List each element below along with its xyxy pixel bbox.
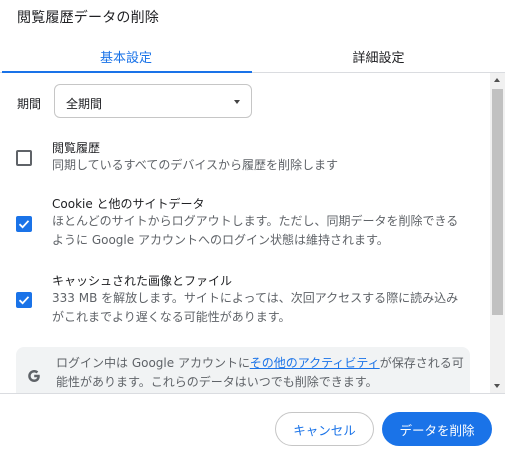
checkmark-icon [18,220,30,229]
chevron-down-icon [234,100,240,104]
scroll-up-button[interactable] [490,73,505,87]
tab-basic-label: 基本設定 [99,50,152,66]
time-range-select[interactable]: 全期間 [54,84,252,118]
google-account-info-box: ログイン中は Google アカウントにその他のアクティビティが保存される可能性… [16,347,470,393]
clear-data-button[interactable]: データを削除 [382,412,492,446]
tab-advanced[interactable]: 詳細設定 [252,40,505,72]
other-activity-link[interactable]: その他のアクティビティ [250,356,380,370]
browsing-history-description: 同期しているすべてのデバイスから履歴を削除します [52,158,338,172]
cache-checkbox[interactable] [16,292,32,308]
cookies-description: ほとんどのサイトからログアウトします。ただし、同期データを削除できるように Go… [52,214,459,247]
dialog-content: 期間 全期間 閲覧履歴 同期しているすべてのデバイスから履歴を削除します Coo… [0,73,490,393]
time-range-value: 全期間 [66,97,103,111]
time-range-label: 期間 [17,97,42,111]
browsing-history-checkbox[interactable] [16,150,32,166]
cache-title: キャッシュされた画像とファイル [52,274,233,288]
scroll-up-arrow-icon [494,78,500,82]
browsing-history-title: 閲覧履歴 [52,141,101,155]
tab-advanced-label: 詳細設定 [352,50,405,66]
tab-bar: 基本設定 詳細設定 [0,40,505,73]
scroll-down-arrow-icon [494,384,500,388]
google-g-icon [28,370,40,382]
checkmark-icon [18,296,30,305]
scrollbar-thumb[interactable] [492,89,503,315]
info-text-before: ログイン中は Google アカウントに [56,356,250,370]
tab-basic[interactable]: 基本設定 [0,40,252,72]
scroll-down-button[interactable] [490,379,505,393]
vertical-scrollbar[interactable] [490,73,505,393]
cookies-checkbox[interactable] [16,216,32,232]
cache-description: 333 MB を解放します。サイトによっては、次回アクセスする際に読み込みがこれ… [52,291,459,324]
dialog-title: 閲覧履歴データの削除 [17,10,159,26]
clear-browsing-data-dialog: 閲覧履歴データの削除 基本設定 詳細設定 期間 全期間 閲覧履歴 同期しているす… [0,0,505,457]
cookies-title: Cookie と他のサイトデータ [52,197,205,211]
footer-divider [0,393,505,394]
cancel-button[interactable]: キャンセル [275,412,374,446]
info-text: ログイン中は Google アカウントにその他のアクティビティが保存される可能性… [56,354,466,392]
